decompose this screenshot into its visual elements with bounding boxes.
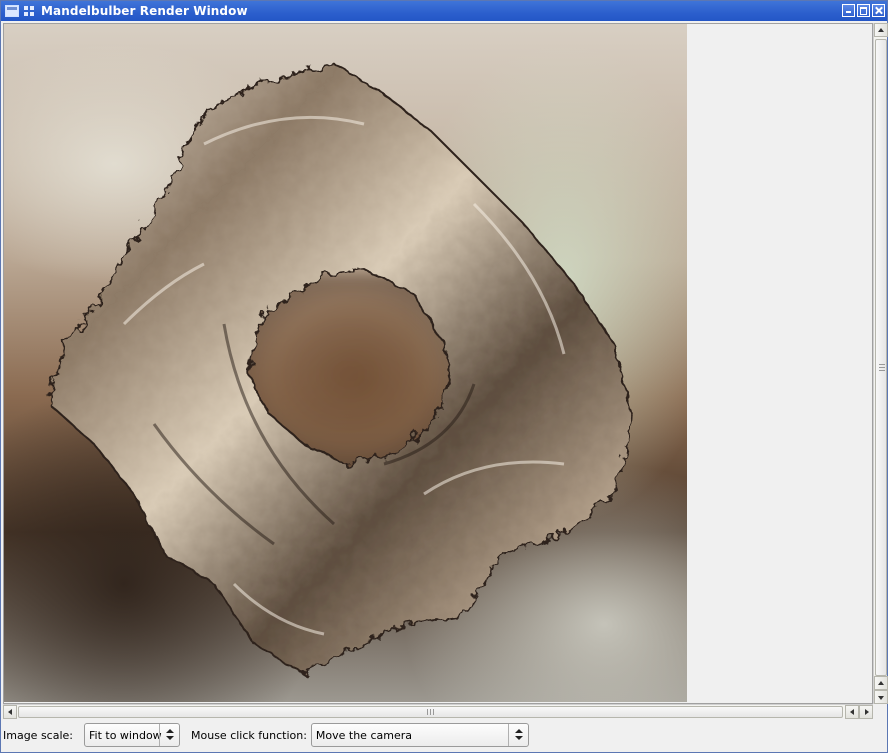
vertical-scrollbar[interactable] — [873, 23, 888, 704]
horizontal-scroll-thumb[interactable] — [18, 706, 843, 718]
mouse-click-label: Mouse click function: — [191, 728, 307, 742]
image-scale-select[interactable]: Fit to window — [84, 723, 180, 747]
scroll-up-button-bottom[interactable] — [874, 676, 888, 690]
close-icon[interactable] — [872, 4, 885, 17]
image-scale-value: Fit to window — [89, 728, 162, 742]
scroll-down-button[interactable] — [874, 690, 888, 704]
window-buttons — [842, 4, 885, 17]
scroll-left-button-right[interactable] — [845, 705, 859, 719]
window-title: Mandelbulber Render Window — [41, 4, 248, 18]
image-scale-label: Image scale: — [3, 728, 73, 742]
minimize-icon[interactable] — [842, 4, 855, 17]
fractal-render-image[interactable] — [4, 24, 687, 702]
vertical-scroll-thumb[interactable] — [875, 39, 887, 676]
horizontal-scrollbar[interactable] — [3, 704, 873, 719]
scroll-up-button[interactable] — [874, 23, 888, 37]
maximize-icon[interactable] — [857, 4, 870, 17]
render-viewport — [3, 23, 873, 704]
grip-icon — [427, 709, 435, 715]
grip-icon — [879, 364, 885, 372]
scroll-right-button[interactable] — [859, 705, 873, 719]
mouse-click-select[interactable]: Move the camera — [310, 723, 529, 747]
fractal-shape — [47, 62, 636, 676]
control-bar: Image scale: Fit to window Mouse click f… — [1, 720, 888, 750]
window-menu-icon[interactable] — [5, 5, 19, 17]
app-grid-icon[interactable] — [23, 5, 35, 17]
mouse-click-value: Move the camera — [315, 728, 412, 742]
title-bar[interactable]: Mandelbulber Render Window — [1, 1, 887, 21]
render-window: Mandelbulber Render Window Image scale: … — [0, 0, 888, 753]
scroll-left-button[interactable] — [3, 705, 17, 719]
updown-arrows-icon[interactable] — [159, 724, 179, 746]
updown-arrows-icon[interactable] — [507, 724, 528, 746]
